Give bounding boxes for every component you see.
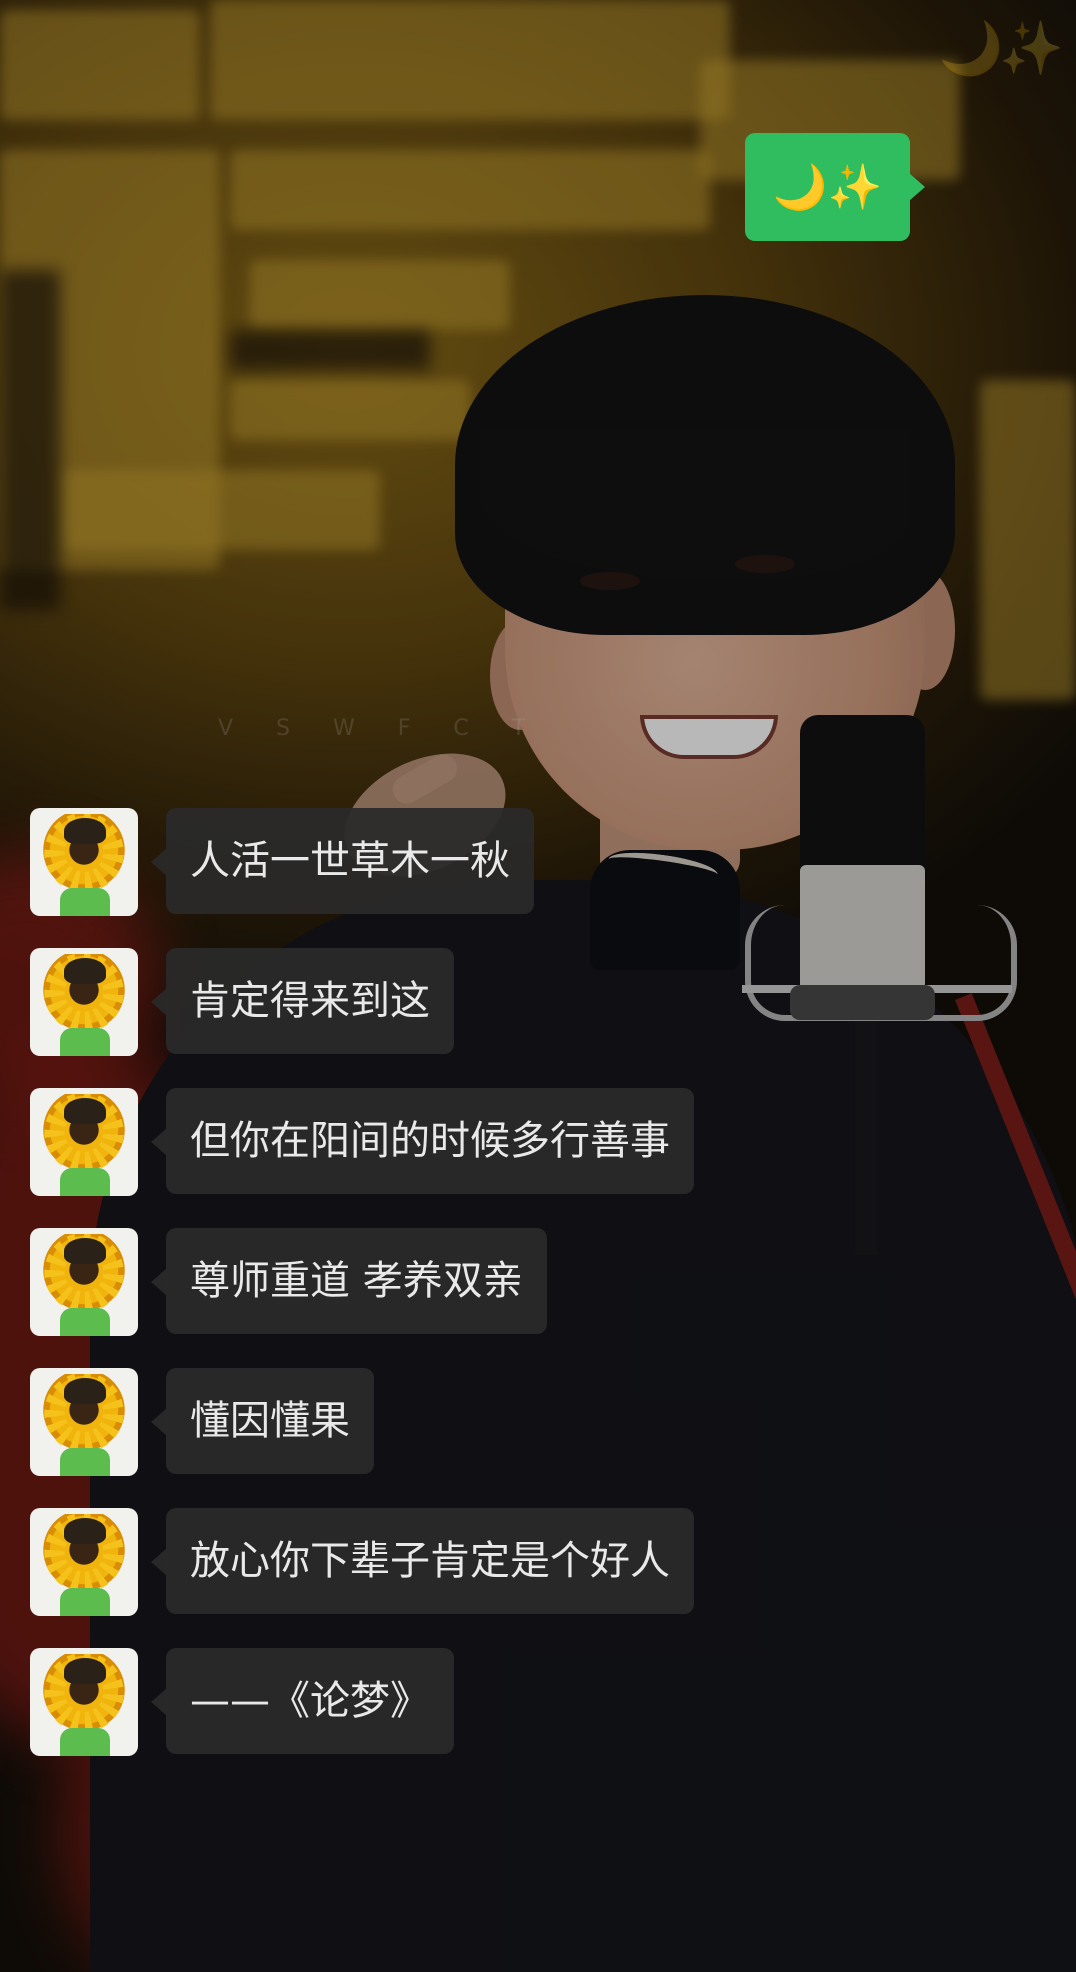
sunflower-avatar[interactable] [30,1088,138,1196]
message-row: 但你在阳间的时候多行善事 [30,1088,1030,1228]
sent-message-text: 🌙✨ [772,162,883,213]
sent-message-bubble[interactable]: 🌙✨ [745,133,925,241]
sunflower-avatar[interactable] [30,808,138,916]
message-row: ——《论梦》 [30,1648,1030,1788]
message-bubble[interactable]: ——《论梦》 [151,1648,454,1754]
message-bubble[interactable]: 放心你下辈子肯定是个好人 [151,1508,694,1614]
message-bubble[interactable]: 懂因懂果 [151,1368,374,1474]
message-bubble[interactable]: 尊师重道 孝养双亲 [151,1228,547,1334]
message-row: 放心你下辈子肯定是个好人 [30,1508,1030,1648]
corner-moon-sparkle-icon: 🌙✨ [938,19,1064,79]
message-row: 懂因懂果 [30,1368,1030,1508]
message-list: 人活一世草木一秋 肯定得来到这 但你在阳间的时候多行善事 尊师重道 孝养双亲 懂… [30,808,1030,1788]
message-bubble[interactable]: 人活一世草木一秋 [151,808,534,914]
sunflower-avatar[interactable] [30,1228,138,1336]
message-bubble[interactable]: 但你在阳间的时候多行善事 [151,1088,694,1194]
message-row: 肯定得来到这 [30,948,1030,1088]
sunflower-avatar[interactable] [30,1368,138,1476]
message-bubble[interactable]: 肯定得来到这 [151,948,454,1054]
message-row: 尊师重道 孝养双亲 [30,1228,1030,1368]
sunflower-avatar[interactable] [30,1508,138,1616]
message-row: 人活一世草木一秋 [30,808,1030,948]
sunflower-avatar[interactable] [30,1648,138,1756]
sunflower-avatar[interactable] [30,948,138,1056]
